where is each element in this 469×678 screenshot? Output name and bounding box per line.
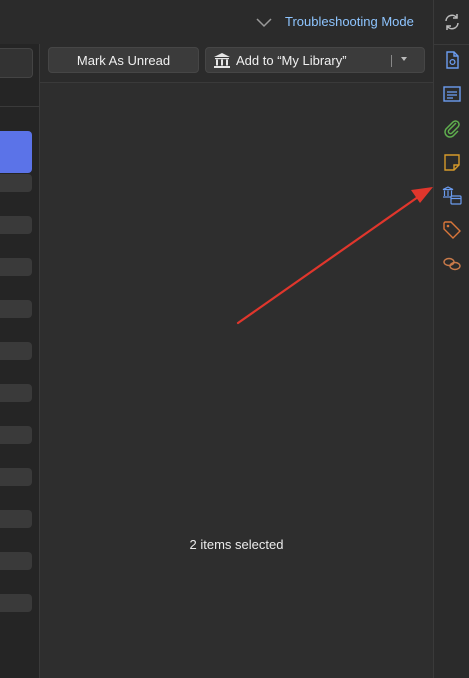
list-item[interactable] (0, 342, 32, 360)
dropdown-caret-icon[interactable] (401, 57, 407, 61)
selection-status: 2 items selected (189, 537, 284, 552)
mark-as-unread-label: Mark As Unread (76, 52, 171, 68)
library-icon (214, 53, 230, 68)
add-to-library-button[interactable]: Add to “My Library” (205, 47, 425, 73)
title-bar: Troubleshooting Mode (0, 0, 433, 44)
list-item[interactable] (0, 300, 32, 318)
sync-icon[interactable] (442, 12, 462, 32)
list-item[interactable] (0, 510, 32, 528)
search-input[interactable] (0, 48, 33, 78)
app-window: Troubleshooting Mode Mark As Unread Add … (0, 0, 469, 678)
list-item[interactable] (0, 384, 32, 402)
item-pane-toolbar: Mark As Unread Add to “My Library” (40, 44, 433, 83)
item-pane-content: 2 items selected (40, 83, 433, 678)
list-header-divider (0, 106, 39, 107)
side-navigation (433, 0, 469, 678)
notes-icon[interactable] (442, 152, 462, 172)
tags-icon[interactable] (442, 220, 462, 240)
troubleshooting-mode-link[interactable]: Troubleshooting Mode (285, 14, 414, 29)
libraries-collections-icon[interactable] (442, 186, 462, 206)
list-item[interactable] (0, 552, 32, 570)
related-icon[interactable] (442, 254, 462, 274)
list-item[interactable] (0, 174, 32, 192)
info-icon[interactable] (442, 50, 462, 70)
split-button-divider (391, 55, 392, 67)
list-item[interactable] (0, 468, 32, 486)
list-item[interactable] (0, 594, 32, 612)
items-list-pane (0, 44, 40, 678)
mark-as-unread-button[interactable]: Mark As Unread (48, 47, 199, 73)
list-item[interactable] (0, 131, 32, 173)
list-item[interactable] (0, 216, 32, 234)
attachments-icon[interactable] (442, 118, 462, 138)
list-item[interactable] (0, 258, 32, 276)
sidenav-divider (434, 44, 469, 45)
chevron-down-icon[interactable] (255, 15, 273, 29)
add-to-library-label: Add to “My Library” (236, 52, 347, 68)
list-item[interactable] (0, 426, 32, 444)
abstract-icon[interactable] (442, 84, 462, 104)
